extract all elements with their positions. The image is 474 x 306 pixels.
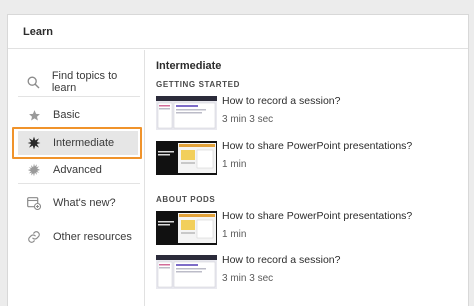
learn-panel: Learn Find topics to learn Basic Interme… [7,14,469,306]
video-item[interactable]: How to record a session? 3 min 3 sec [156,94,456,134]
video-title: How to record a session? [222,95,341,107]
sunburst-icon [26,163,42,177]
video-duration: 1 min [222,229,247,240]
section-heading: ABOUT PODS [156,195,216,204]
sidebar-item-find-topics[interactable]: Find topics to learn [18,70,138,94]
sidebar-item-label: Find topics to learn [51,70,118,94]
video-title: How to share PowerPoint presentations? [222,140,413,152]
link-icon [26,230,42,244]
video-title: How to share PowerPoint presentations? [222,210,413,222]
video-duration: 3 min 3 sec [222,273,274,284]
video-duration: 1 min [222,159,247,170]
panel-title: Learn [8,15,468,49]
video-item[interactable]: How to share PowerPoint presentations? 1… [156,139,456,179]
sidebar-item-advanced[interactable]: Advanced [18,158,138,182]
video-thumbnail [156,211,217,245]
video-thumbnail [156,255,217,289]
divider [18,183,140,184]
video-item[interactable]: How to share PowerPoint presentations? 1… [156,209,456,249]
sidebar-item-label: Other resources [53,231,132,243]
sidebar-item-other-resources[interactable]: Other resources [18,225,138,249]
search-icon [26,76,41,89]
video-item[interactable]: How to record a session? 3 min 3 sec [156,253,456,293]
page-title: Intermediate [156,60,222,72]
video-thumbnail [156,141,217,175]
sidebar-item-label: Advanced [53,164,102,176]
video-title: How to record a session? [222,254,341,266]
whats-new-icon [26,196,42,210]
divider [18,96,140,97]
sidebar-item-label: What's new? [53,197,116,209]
section-heading: GETTING STARTED [156,80,240,89]
sidebar-item-whats-new[interactable]: What's new? [18,191,138,215]
video-duration: 3 min 3 sec [222,114,274,125]
sidebar: Find topics to learn Basic Intermediate … [8,50,145,306]
video-thumbnail [156,96,217,130]
sidebar-item-label: Basic [53,109,80,121]
selection-highlight [12,127,142,159]
star-icon [26,109,42,122]
sidebar-item-basic[interactable]: Basic [18,103,138,127]
